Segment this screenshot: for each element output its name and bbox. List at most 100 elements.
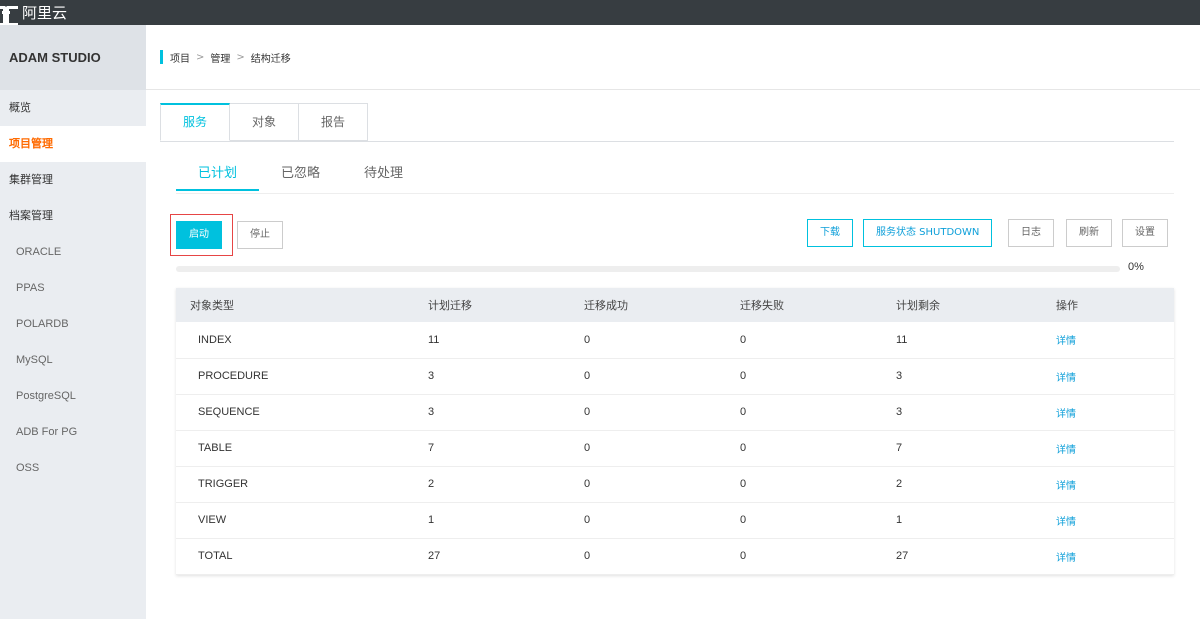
breadcrumb-marker bbox=[160, 50, 163, 64]
sidebar-item-adb-for-pg[interactable]: ADB For PG bbox=[0, 414, 146, 450]
start-button[interactable]: 启动 bbox=[176, 221, 222, 249]
service-status-button[interactable]: 服务状态 SHUTDOWN bbox=[863, 219, 993, 247]
cell-planned: 11 bbox=[412, 322, 568, 359]
logo-text: 阿里云 bbox=[22, 4, 68, 22]
cell-remaining: 7 bbox=[878, 430, 1034, 467]
breadcrumb-item-manage[interactable]: 管理 bbox=[210, 50, 230, 65]
top-bar: 阿里云 bbox=[0, 0, 1200, 26]
details-link[interactable]: 详情 bbox=[1056, 336, 1076, 347]
download-button[interactable]: 下载 bbox=[807, 219, 853, 247]
cell-object-type: TRIGGER bbox=[176, 466, 412, 503]
log-button[interactable]: 日志 bbox=[1008, 219, 1054, 247]
details-link[interactable]: 详情 bbox=[1056, 517, 1076, 528]
cell-object-type: TOTAL bbox=[176, 538, 412, 575]
cell-remaining: 3 bbox=[878, 394, 1034, 431]
breadcrumb-item-project[interactable]: 项目 bbox=[170, 50, 190, 65]
column-header-succeeded: 迁移成功 bbox=[568, 288, 724, 322]
sidebar-item-polardb[interactable]: POLARDB bbox=[0, 306, 146, 342]
sidebar-item-project-management[interactable]: 项目管理 bbox=[0, 126, 146, 162]
stop-button[interactable]: 停止 bbox=[237, 221, 283, 249]
cell-succeeded: 0 bbox=[568, 394, 724, 431]
sidebar-item-cluster-management[interactable]: 集群管理 bbox=[0, 162, 146, 198]
cell-remaining: 11 bbox=[878, 322, 1034, 359]
table-row: TRIGGER 2 0 0 2 详情 bbox=[176, 466, 1174, 503]
details-link[interactable]: 详情 bbox=[1056, 373, 1076, 384]
cell-object-type: TABLE bbox=[176, 430, 412, 467]
cell-remaining: 3 bbox=[878, 358, 1034, 395]
sub-tabs: 已计划 已忽略 待处理 bbox=[176, 157, 425, 191]
column-header-planned: 计划迁移 bbox=[412, 288, 568, 322]
sidebar-item-postgresql[interactable]: PostgreSQL bbox=[0, 378, 146, 414]
cell-planned: 3 bbox=[412, 394, 568, 431]
sidebar-item-overview[interactable]: 概览 bbox=[0, 90, 146, 126]
details-link[interactable]: 详情 bbox=[1056, 481, 1076, 492]
table-row: VIEW 1 0 0 1 详情 bbox=[176, 502, 1174, 539]
main-content: 项目 > 管理 > 结构迁移 服务 对象 报告 已计划 已忽略 待处理 启动 停… bbox=[146, 25, 1200, 619]
cell-planned: 1 bbox=[412, 502, 568, 539]
subtab-pending[interactable]: 待处理 bbox=[342, 157, 425, 191]
cell-failed: 0 bbox=[724, 358, 878, 395]
refresh-button[interactable]: 刷新 bbox=[1066, 219, 1112, 247]
aliyun-logo-icon bbox=[0, 5, 18, 26]
column-header-object-type: 对象类型 bbox=[176, 288, 412, 322]
cell-planned: 7 bbox=[412, 430, 568, 467]
migration-summary-table: 对象类型 计划迁移 迁移成功 迁移失败 计划剩余 操作 INDEX 11 0 0… bbox=[176, 288, 1174, 575]
subtab-planned[interactable]: 已计划 bbox=[176, 157, 260, 191]
breadcrumb-separator: > bbox=[236, 51, 245, 63]
cell-planned: 2 bbox=[412, 466, 568, 503]
cell-failed: 0 bbox=[724, 466, 878, 503]
sidebar-item-oss[interactable]: OSS bbox=[0, 450, 146, 486]
breadcrumb: 项目 > 管理 > 结构迁移 bbox=[146, 25, 1200, 90]
sidebar-item-oracle[interactable]: ORACLE bbox=[0, 234, 146, 270]
sidebar-item-ppas[interactable]: PPAS bbox=[0, 270, 146, 306]
cell-failed: 0 bbox=[724, 538, 878, 575]
details-link[interactable]: 详情 bbox=[1056, 553, 1076, 564]
tab-objects[interactable]: 对象 bbox=[230, 103, 300, 141]
cell-remaining: 1 bbox=[878, 502, 1034, 539]
brand-title: ADAM STUDIO bbox=[0, 25, 146, 90]
details-link[interactable]: 详情 bbox=[1056, 409, 1076, 420]
cell-failed: 0 bbox=[724, 322, 878, 359]
cell-failed: 0 bbox=[724, 394, 878, 431]
table-row: TOTAL 27 0 0 27 详情 bbox=[176, 538, 1174, 575]
column-header-actions: 操作 bbox=[1034, 288, 1174, 322]
migration-progress-bar bbox=[176, 266, 1120, 272]
subtabs-divider bbox=[176, 193, 1174, 194]
progress-percent: 0% bbox=[1128, 261, 1144, 273]
details-link[interactable]: 详情 bbox=[1056, 445, 1076, 456]
cell-planned: 27 bbox=[412, 538, 568, 575]
table-row: SEQUENCE 3 0 0 3 详情 bbox=[176, 394, 1174, 431]
cell-remaining: 2 bbox=[878, 466, 1034, 503]
column-header-failed: 迁移失败 bbox=[724, 288, 878, 322]
aliyun-logo[interactable]: 阿里云 bbox=[0, 2, 68, 26]
main-tabs: 服务 对象 报告 bbox=[160, 103, 369, 141]
subtab-ignored[interactable]: 已忽略 bbox=[259, 157, 342, 191]
column-header-remaining: 计划剩余 bbox=[878, 288, 1034, 322]
table-row: INDEX 11 0 0 11 详情 bbox=[176, 322, 1174, 359]
breadcrumb-item-structure-migration: 结构迁移 bbox=[250, 53, 291, 65]
breadcrumb-separator: > bbox=[196, 51, 205, 63]
cell-object-type: PROCEDURE bbox=[176, 358, 412, 395]
settings-button[interactable]: 设置 bbox=[1122, 219, 1168, 247]
cell-succeeded: 0 bbox=[568, 466, 724, 503]
sidebar: ADAM STUDIO 概览 项目管理 集群管理 档案管理 ORACLE PPA… bbox=[0, 25, 146, 619]
cell-remaining: 27 bbox=[878, 538, 1034, 575]
sidebar-item-archive-management[interactable]: 档案管理 bbox=[0, 198, 146, 234]
cell-object-type: SEQUENCE bbox=[176, 394, 412, 431]
cell-succeeded: 0 bbox=[568, 538, 724, 575]
cell-object-type: VIEW bbox=[176, 502, 412, 539]
tab-report[interactable]: 报告 bbox=[299, 103, 369, 141]
table-header-row: 对象类型 计划迁移 迁移成功 迁移失败 计划剩余 操作 bbox=[176, 288, 1174, 322]
tabs-divider bbox=[160, 141, 1174, 142]
cell-failed: 0 bbox=[724, 502, 878, 539]
cell-succeeded: 0 bbox=[568, 358, 724, 395]
table-row: PROCEDURE 3 0 0 3 详情 bbox=[176, 358, 1174, 395]
cell-failed: 0 bbox=[724, 430, 878, 467]
cell-planned: 3 bbox=[412, 358, 568, 395]
tab-service[interactable]: 服务 bbox=[160, 103, 231, 141]
cell-succeeded: 0 bbox=[568, 322, 724, 359]
sidebar-item-mysql[interactable]: MySQL bbox=[0, 342, 146, 378]
cell-succeeded: 0 bbox=[568, 502, 724, 539]
cell-succeeded: 0 bbox=[568, 430, 724, 467]
cell-object-type: INDEX bbox=[176, 322, 412, 359]
